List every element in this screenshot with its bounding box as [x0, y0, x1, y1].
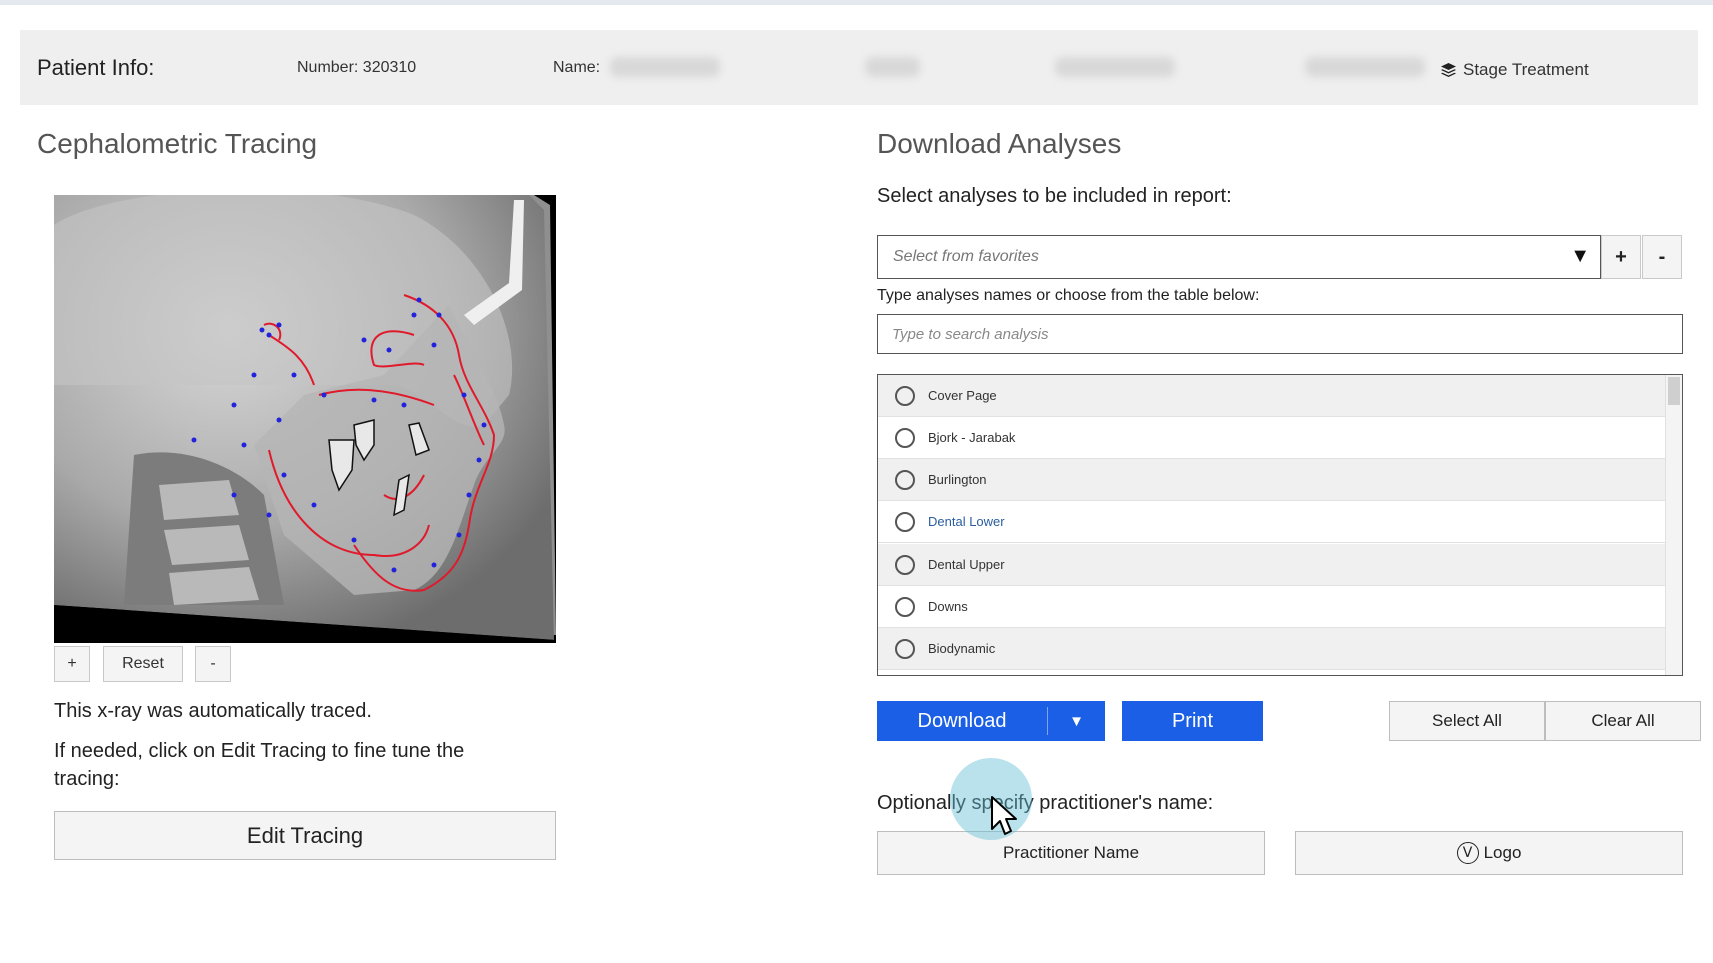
- redacted-field: [1305, 57, 1425, 77]
- analysis-search-placeholder: Type to search analysis: [892, 325, 1049, 343]
- radio-button[interactable]: [895, 596, 915, 617]
- radio-button[interactable]: [895, 427, 915, 448]
- analysis-label: Dental Lower: [928, 514, 1005, 529]
- scrollbar-thumb[interactable]: [1668, 377, 1680, 405]
- analysis-row[interactable]: Downs: [878, 586, 1666, 628]
- redacted-name: [610, 57, 720, 77]
- stage-treatment-link[interactable]: Stage Treatment: [1440, 60, 1589, 80]
- analysis-label: Burlington: [928, 472, 987, 487]
- download-label: Download: [917, 709, 1007, 732]
- favorites-select-placeholder: Select from favorites: [893, 248, 1039, 265]
- download-analyses-title: Download Analyses: [877, 128, 1122, 159]
- edit-tracing-hint: If needed, click on Edit Tracing to fine…: [54, 740, 465, 790]
- stage-treatment-label: Stage Treatment: [1463, 60, 1589, 79]
- favorites-select[interactable]: Select from favorites ▼: [877, 235, 1601, 279]
- xray-tracing-image[interactable]: [54, 195, 556, 643]
- auto-traced-note: This x-ray was automatically traced.: [54, 700, 372, 722]
- radio-button[interactable]: [895, 469, 915, 490]
- analysis-row[interactable]: Biodynamic: [878, 628, 1666, 670]
- select-all-button[interactable]: Select All: [1389, 701, 1545, 741]
- redacted-field: [1055, 57, 1175, 77]
- layers-icon: [1441, 63, 1456, 77]
- practitioner-prompt: Optionally specify practitioner's name:: [877, 792, 1214, 814]
- analysis-label: Dental Upper: [928, 557, 1005, 572]
- patient-number: Number: 320310: [297, 59, 417, 76]
- zoom-in-button[interactable]: +: [54, 646, 90, 682]
- patient-info-bar: Patient Info: Number: 320310 Name: Stage…: [20, 30, 1698, 105]
- practitioner-name-label: Practitioner Name: [1002, 843, 1140, 862]
- window-top-border: [0, 0, 1713, 5]
- download-button[interactable]: Download ▼: [877, 701, 1105, 741]
- analysis-label: Biodynamic: [928, 641, 996, 656]
- radio-button[interactable]: [895, 554, 915, 575]
- radio-button[interactable]: [895, 638, 915, 659]
- reset-zoom-button[interactable]: Reset: [103, 646, 183, 682]
- analysis-search-input[interactable]: Type to search analysis: [877, 314, 1683, 354]
- patient-info-label: Patient Info:: [37, 55, 155, 80]
- remove-favorite-button[interactable]: -: [1642, 235, 1682, 279]
- cephalometric-tracing-title: Cephalometric Tracing: [37, 128, 318, 159]
- analysis-row[interactable]: Dental Upper: [878, 544, 1666, 586]
- print-button[interactable]: Print: [1122, 701, 1263, 741]
- analysis-label: Downs: [928, 599, 968, 614]
- edit-tracing-button[interactable]: Edit Tracing: [54, 811, 556, 860]
- analysis-label: Bjork - Jarabak: [928, 430, 1016, 445]
- practitioner-name-button[interactable]: Practitioner Name: [877, 831, 1265, 875]
- logo-button[interactable]: V Logo: [1295, 831, 1683, 875]
- analysis-label: Cover Page: [928, 388, 997, 403]
- redacted-field: [865, 57, 920, 77]
- select-analyses-prompt: Select analyses to be included in report…: [877, 185, 1232, 207]
- dropdown-arrow-icon: ▼: [1570, 245, 1590, 267]
- radio-button[interactable]: [895, 385, 915, 406]
- logo-label: Logo: [1483, 843, 1522, 862]
- add-favorite-button[interactable]: +: [1601, 235, 1641, 279]
- list-scrollbar[interactable]: [1665, 375, 1682, 675]
- zoom-out-button[interactable]: -: [195, 646, 231, 682]
- v-logo-icon: V: [1456, 842, 1479, 864]
- radio-button[interactable]: [895, 511, 915, 532]
- analyses-list: Cover Page Bjork - Jarabak Burlington De…: [877, 374, 1683, 676]
- download-options-caret-icon[interactable]: ▼: [1048, 701, 1105, 741]
- patient-name-label: Name:: [553, 59, 601, 76]
- analysis-row[interactable]: Dental Lower: [878, 501, 1666, 543]
- type-analyses-hint: Type analyses names or choose from the t…: [877, 287, 1260, 304]
- analysis-row[interactable]: Burlington: [878, 459, 1666, 501]
- analysis-row[interactable]: Bjork - Jarabak: [878, 417, 1666, 459]
- clear-all-button[interactable]: Clear All: [1545, 701, 1701, 741]
- analysis-row[interactable]: Cover Page: [878, 375, 1666, 417]
